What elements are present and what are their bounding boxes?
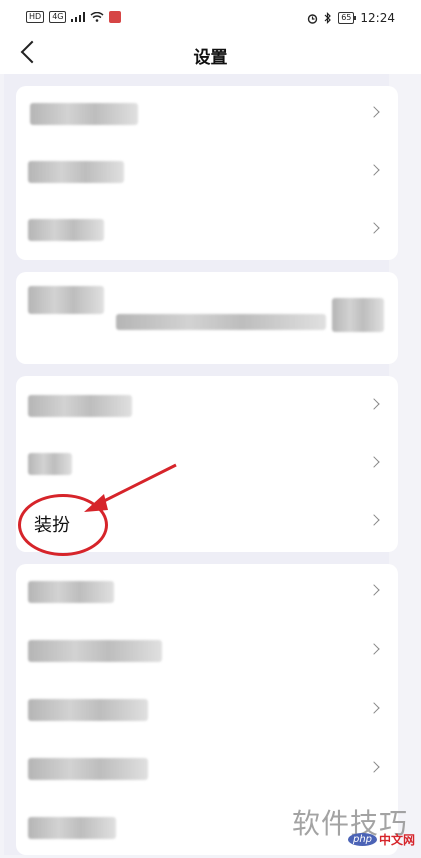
settings-card-2 [16, 272, 398, 364]
redacted-toggle [332, 298, 384, 332]
settings-card-1 [16, 86, 398, 260]
settings-row[interactable] [16, 564, 398, 622]
wifi-icon [91, 12, 104, 22]
chevron-right-icon [368, 514, 380, 526]
network-badge: 4G [49, 11, 67, 23]
redacted-label [28, 758, 148, 780]
status-time: 12:24 [360, 11, 395, 25]
chevron-right-icon [368, 456, 380, 468]
nav-bar: 设置 [0, 36, 421, 74]
redacted-label [28, 219, 104, 241]
chevron-right-icon [368, 643, 380, 655]
settings-row[interactable] [16, 86, 398, 144]
settings-row[interactable] [16, 378, 398, 436]
settings-row[interactable] [16, 682, 398, 740]
site-logo-text: 中文网 [379, 833, 416, 847]
chevron-right-icon [368, 398, 380, 410]
bluetooth-icon [324, 12, 332, 24]
redacted-label [28, 699, 148, 721]
chevron-right-icon [368, 222, 380, 234]
status-left: HD 4G [26, 11, 121, 23]
redacted-detail [116, 314, 326, 330]
redacted-label [28, 581, 114, 603]
chevron-right-icon [368, 761, 380, 773]
settings-row[interactable] [16, 202, 398, 260]
signal-icon [71, 12, 86, 22]
php-logo: php [348, 833, 378, 846]
notification-badge-icon [109, 11, 121, 23]
redacted-label [28, 817, 116, 839]
redacted-label [28, 453, 72, 475]
status-right: 65 12:24 [307, 11, 395, 25]
redacted-label [30, 103, 138, 125]
settings-row[interactable] [16, 741, 398, 799]
redacted-label [28, 395, 132, 417]
chevron-right-icon [368, 164, 380, 176]
settings-card-3: 装扮 [16, 376, 398, 552]
status-bar: HD 4G 65 12:24 [0, 0, 421, 36]
settings-row[interactable] [16, 144, 398, 202]
settings-row[interactable] [16, 623, 398, 681]
redacted-label [28, 161, 124, 183]
redacted-label [28, 640, 162, 662]
hd-badge: HD [26, 11, 45, 23]
page-title: 设置 [193, 48, 228, 68]
battery-icon: 65 [338, 12, 357, 24]
chevron-right-icon [368, 106, 380, 118]
redacted-label [28, 286, 104, 314]
watermark-logo: php 中文网 [348, 831, 415, 848]
chevron-right-icon [368, 702, 380, 714]
chevron-right-icon [368, 584, 380, 596]
dress-up-row[interactable]: 装扮 [16, 494, 398, 552]
settings-row[interactable] [16, 436, 398, 494]
alarm-icon [308, 13, 318, 24]
dress-up-label: 装扮 [34, 515, 70, 536]
